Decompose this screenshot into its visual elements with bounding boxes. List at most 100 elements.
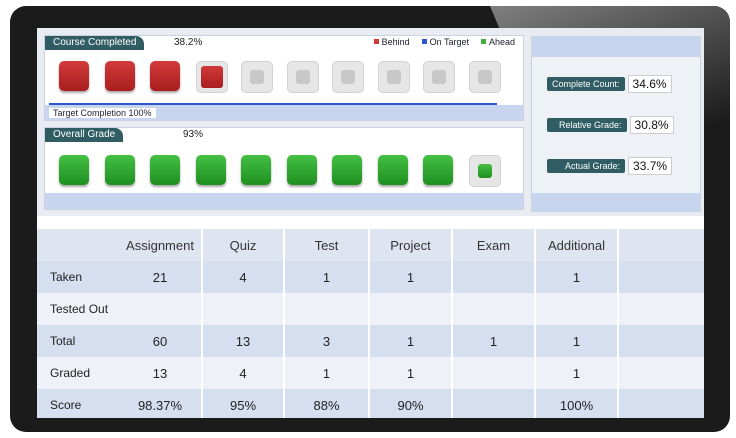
row-label: Graded xyxy=(37,357,119,389)
table-cell xyxy=(369,293,453,325)
column-header: Quiz xyxy=(202,229,285,261)
table-cell: 1 xyxy=(535,357,619,389)
course-tile xyxy=(241,61,273,93)
table-cell: 4 xyxy=(202,261,285,293)
table-cell: 13 xyxy=(119,357,203,389)
grade-tile xyxy=(468,155,501,187)
table-row: Tested Out xyxy=(37,293,704,325)
table-cell: 1 xyxy=(369,357,453,389)
table-cell: 98.37% xyxy=(119,389,203,418)
table-header-row: Assignment Quiz Test Project Exam Additional xyxy=(37,229,704,261)
legend-on-target: On Target xyxy=(421,37,469,47)
table-cell: 21 xyxy=(119,261,203,293)
stats-panel-footer xyxy=(532,193,700,211)
grade-panel-footer xyxy=(45,193,523,209)
grade-tile xyxy=(286,155,317,185)
column-header: Project xyxy=(369,229,453,261)
table-cell xyxy=(452,389,536,418)
table-cell xyxy=(618,357,704,389)
table-cell: 1 xyxy=(369,325,453,357)
grade-tile xyxy=(59,155,89,185)
table-cell xyxy=(452,261,536,293)
table-cell xyxy=(618,325,704,357)
course-tile xyxy=(59,61,89,91)
course-completed-label: Course Completed xyxy=(45,36,145,50)
grade-tile xyxy=(241,155,271,185)
column-header: Test xyxy=(284,229,370,261)
table-row: Total 60 13 3 1 1 1 xyxy=(37,325,704,357)
grade-tile xyxy=(332,155,362,185)
table-cell: 90% xyxy=(369,389,453,418)
grade-tile xyxy=(195,155,226,185)
table-cell: 88% xyxy=(284,389,370,418)
course-tile xyxy=(104,61,135,91)
row-label: Taken xyxy=(37,261,119,293)
table-cell: 1 xyxy=(284,357,370,389)
table-body: Taken 21 4 1 1 1 Tested Out Total 60 13 3 1 1 1 Graded… xyxy=(37,261,704,418)
complete-count: Complete Count: 34.6% xyxy=(547,75,672,93)
stats-panel: Complete Count: 34.6% Relative Grade: 30… xyxy=(531,36,701,212)
table-cell xyxy=(618,261,704,293)
table-cell: 100% xyxy=(535,389,619,418)
table-cell xyxy=(535,293,619,325)
column-header: Additional xyxy=(535,229,619,261)
target-completion-label: Target Completion 100% xyxy=(49,108,156,118)
table-cell: 1 xyxy=(284,261,370,293)
grade-tile xyxy=(104,155,135,185)
table-cell: 60 xyxy=(119,325,203,357)
actual-grade-value: 33.7% xyxy=(628,157,673,175)
table-cell: 4 xyxy=(202,357,285,389)
table-cell: 13 xyxy=(202,325,285,357)
table-row: Graded 13 4 1 1 1 xyxy=(37,357,704,389)
column-header: Assignment xyxy=(119,229,203,261)
table-cell xyxy=(452,293,536,325)
grade-tile xyxy=(377,155,408,185)
table-cell xyxy=(119,293,203,325)
row-label: Total xyxy=(37,325,119,357)
table-row: Taken 21 4 1 1 1 xyxy=(37,261,704,293)
grade-tile xyxy=(423,155,453,185)
course-tile xyxy=(195,61,228,93)
relative-grade-label: Relative Grade: xyxy=(547,118,627,132)
column-header: Exam xyxy=(452,229,536,261)
table-cell xyxy=(202,293,285,325)
table-cell: 1 xyxy=(452,325,536,357)
actual-grade-label: Actual Grade: xyxy=(547,159,626,173)
device-frame: Course Completed 38.2% Behind On Target … xyxy=(10,6,730,432)
relative-grade: Relative Grade: 30.8% xyxy=(547,116,674,134)
column-header xyxy=(618,229,704,261)
column-header xyxy=(37,229,119,261)
screen: Course Completed 38.2% Behind On Target … xyxy=(37,28,704,418)
overall-grade-percent: 93% xyxy=(153,128,210,142)
table-cell xyxy=(618,293,704,325)
course-completed-percent: 38.2% xyxy=(170,36,209,50)
course-tile xyxy=(150,61,180,91)
table-cell: 3 xyxy=(284,325,370,357)
progress-area: Course Completed 38.2% Behind On Target … xyxy=(37,28,704,216)
course-tile xyxy=(332,61,364,93)
table-cell xyxy=(452,357,536,389)
row-label: Score xyxy=(37,389,119,418)
grade-tile xyxy=(150,155,180,185)
overall-grade-panel: Overall Grade 93% xyxy=(44,127,524,210)
complete-count-value: 34.6% xyxy=(627,75,672,93)
legend-behind: Behind xyxy=(373,37,410,47)
stats-panel-header xyxy=(532,37,700,57)
row-label: Tested Out xyxy=(37,293,119,325)
course-tile xyxy=(423,61,455,93)
actual-grade: Actual Grade: 33.7% xyxy=(547,157,673,175)
course-completed-panel: Course Completed 38.2% Behind On Target … xyxy=(44,35,524,121)
course-tile xyxy=(377,61,410,93)
grades-table: Assignment Quiz Test Project Exam Additional … xyxy=(37,229,704,418)
table-cell: 1 xyxy=(535,325,619,357)
course-tile xyxy=(286,61,319,93)
course-tile xyxy=(468,61,501,93)
table-cell: 1 xyxy=(535,261,619,293)
legend-ahead: Ahead xyxy=(480,37,515,47)
legend: Behind On Target Ahead xyxy=(373,37,515,47)
table-cell: 1 xyxy=(369,261,453,293)
table-cell: 95% xyxy=(202,389,285,418)
table-row: Score 98.37% 95% 88% 90% 100% xyxy=(37,389,704,418)
complete-count-label: Complete Count: xyxy=(547,77,625,91)
overall-grade-label: Overall Grade xyxy=(45,128,124,142)
